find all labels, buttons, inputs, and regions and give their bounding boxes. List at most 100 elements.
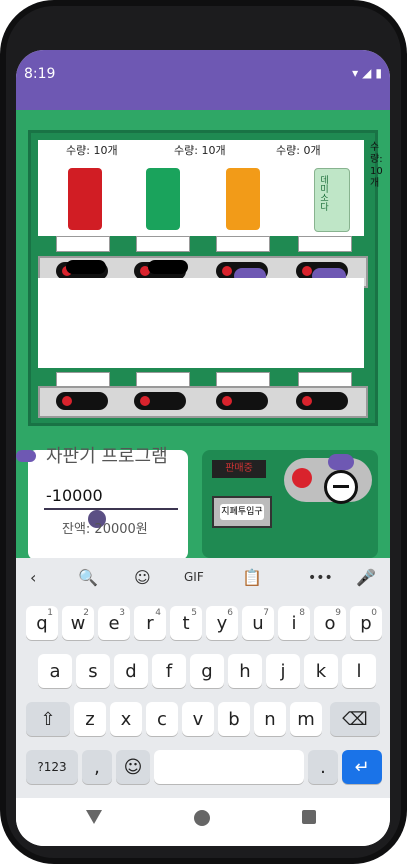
key-a[interactable]: a — [38, 654, 72, 688]
emoji-key[interactable]: ☺ — [116, 750, 150, 784]
period-key[interactable]: . — [308, 750, 338, 784]
key-q[interactable]: q1 — [26, 606, 58, 640]
key-w-sup: 2 — [83, 608, 89, 618]
cider-can — [146, 168, 180, 230]
signal-icon: ◢ — [362, 66, 372, 80]
demisoda-label: 데미소다 — [318, 175, 328, 211]
red-dot — [222, 266, 232, 276]
key-e[interactable]: e3 — [98, 606, 130, 640]
key-y-sup: 6 — [227, 608, 233, 618]
key-k[interactable]: k — [304, 654, 338, 688]
key-u-label: u — [252, 612, 264, 634]
status-bar: 8:19 ▾ ◢ ▮ — [16, 50, 390, 110]
red-dot — [62, 396, 72, 406]
coke-can — [68, 168, 102, 230]
shift-key[interactable]: ⇧ — [26, 702, 70, 736]
status-time: 8:19 — [24, 66, 56, 82]
key-t-sup: 5 — [191, 608, 197, 618]
screen: 8:19 ▾ ◢ ▮ 수량: 10개 수량: 10개 수량: 0개 수 량: 1… — [16, 50, 390, 846]
red-dot — [302, 266, 312, 276]
fanta-can — [226, 168, 260, 230]
gif-button[interactable]: GIF — [184, 570, 204, 584]
key-i-label: i — [291, 612, 297, 634]
qty-label-2: 수량: 10개 — [174, 144, 226, 157]
home-nav-icon[interactable] — [194, 810, 210, 826]
demisoda-can: 데미소다 — [314, 168, 350, 232]
mic-icon[interactable]: 🎤 — [356, 568, 376, 587]
bottom-button-3[interactable] — [216, 392, 268, 410]
key-o-label: o — [324, 612, 336, 634]
balance-text: 잔액: 20000원 — [62, 522, 148, 537]
recents-nav-icon[interactable] — [302, 810, 316, 824]
app-title: 자판기 프로그램 — [46, 446, 168, 467]
price-label-2 — [136, 236, 190, 252]
clipboard-icon[interactable]: 📋 — [242, 568, 262, 587]
key-x[interactable]: x — [110, 702, 142, 736]
key-i-sup: 8 — [299, 608, 305, 618]
key-c[interactable]: c — [146, 702, 178, 736]
key-g[interactable]: g — [190, 654, 224, 688]
comma-key[interactable]: , — [82, 750, 112, 784]
key-n[interactable]: n — [254, 702, 286, 736]
red-knob[interactable] — [292, 468, 312, 488]
dispense-area — [38, 278, 364, 368]
qty-label-1: 수량: 10개 — [66, 144, 118, 157]
space-key[interactable] — [154, 750, 304, 784]
key-p-label: p — [360, 612, 372, 634]
key-p-sup: 0 — [371, 608, 377, 618]
cursor-left-indicator — [16, 450, 36, 462]
backspace-key[interactable]: ⌫ — [330, 702, 380, 736]
navigation-bar — [16, 798, 390, 846]
key-t-label: t — [182, 612, 190, 634]
minus-button[interactable] — [324, 470, 358, 504]
battery-icon: ▮ — [375, 66, 382, 80]
redact-1 — [66, 260, 106, 274]
status-icons: ▾ ◢ ▮ — [352, 66, 382, 80]
key-u[interactable]: u7 — [242, 606, 274, 640]
key-b[interactable]: b — [218, 702, 250, 736]
keyboard: ‹ 🔍 ☺ GIF 📋 ••• 🎤 q1 w2 e3 r4 t5 y6 u7 i… — [16, 558, 390, 798]
amount-input[interactable]: -10000 — [46, 486, 103, 505]
key-l[interactable]: l — [342, 654, 376, 688]
key-i[interactable]: i8 — [278, 606, 310, 640]
key-f[interactable]: f — [152, 654, 186, 688]
bottom-button-2[interactable] — [134, 392, 186, 410]
price-label-3 — [216, 236, 270, 252]
key-s[interactable]: s — [76, 654, 110, 688]
key-y[interactable]: y6 — [206, 606, 238, 640]
key-o-sup: 9 — [335, 608, 341, 618]
red-dot — [302, 396, 312, 406]
bill-insert[interactable]: 지폐투입구 — [212, 496, 272, 528]
key-e-sup: 3 — [119, 608, 125, 618]
search-icon[interactable]: 🔍 — [78, 568, 98, 587]
key-p[interactable]: p0 — [350, 606, 382, 640]
enter-key[interactable]: ↵ — [342, 750, 382, 784]
key-q-label: q — [36, 612, 48, 634]
sticker-icon[interactable]: ☺ — [134, 568, 151, 587]
key-y-label: y — [216, 612, 228, 634]
red-dot — [140, 396, 150, 406]
key-j[interactable]: j — [266, 654, 300, 688]
key-r[interactable]: r4 — [134, 606, 166, 640]
key-t[interactable]: t5 — [170, 606, 202, 640]
back-nav-icon[interactable] — [86, 810, 102, 824]
key-w[interactable]: w2 — [62, 606, 94, 640]
key-u-sup: 7 — [263, 608, 269, 618]
key-v[interactable]: v — [182, 702, 214, 736]
bottom-button-1[interactable] — [56, 392, 108, 410]
qty-label-4-side: 수 량: 10 개 — [370, 142, 383, 189]
mode-key[interactable]: ?123 — [26, 750, 78, 784]
back-icon[interactable]: ‹ — [30, 568, 36, 587]
red-dot — [222, 396, 232, 406]
key-m[interactable]: m — [290, 702, 322, 736]
control-indicator — [328, 454, 354, 470]
input-underline — [44, 508, 178, 510]
key-z[interactable]: z — [74, 702, 106, 736]
key-d[interactable]: d — [114, 654, 148, 688]
key-q-sup: 1 — [47, 608, 53, 618]
key-h[interactable]: h — [228, 654, 262, 688]
key-o[interactable]: o9 — [314, 606, 346, 640]
bottom-button-4[interactable] — [296, 392, 348, 410]
more-icon[interactable]: ••• — [308, 570, 333, 586]
wifi-icon: ▾ — [352, 66, 359, 80]
